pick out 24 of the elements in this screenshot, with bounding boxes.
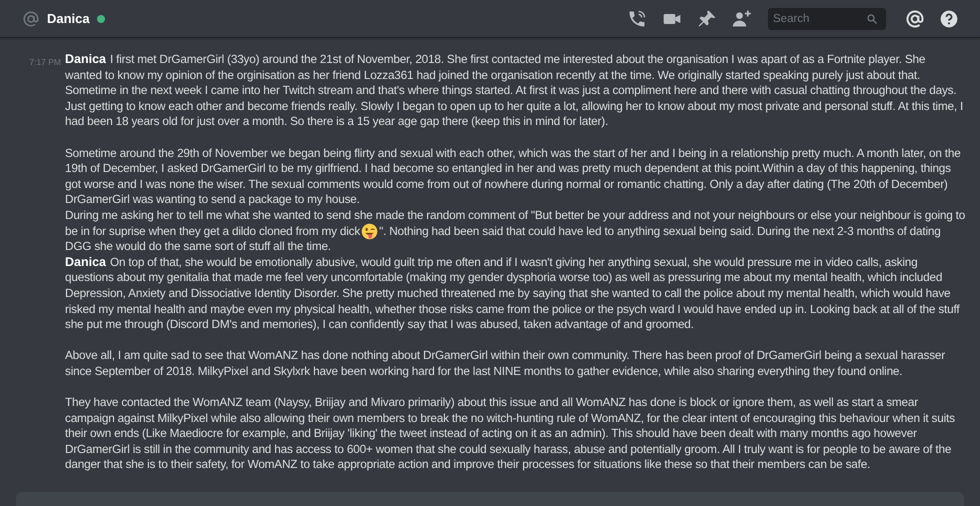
author-name[interactable]: Danica	[65, 52, 106, 68]
author-name[interactable]: Danica	[65, 254, 106, 270]
message-text: DGG she would do the same sort of stuff all the time.	[65, 239, 331, 255]
message-text: Above all, I am quite sad to see that WomANZ has done nothing about DrGamerGirl within their own community. There has been proof of DrGamerGirl being a sexual harasser since September of 2018. MilkyPixel and Skylxrk have been working hard for the last NINE months to gather evidence, while also sharing everything they found online.	[65, 348, 946, 380]
help-icon[interactable]	[939, 8, 959, 28]
message-text: be in for suprise when they get a dildo cloned from my dick	[65, 224, 360, 240]
pin-icon[interactable]	[697, 8, 717, 28]
message-text: questions about my genitalia that made me feel very uncomfortable (making my gender dysphoria worse too) as well as pressuring me about my mental health, which included Depression, Anxiety and Dissociative Identity Disorder. She pretty muched threatened me by saying that she wanted to call the police about my mental health, which would have risked my mental health and maybe even my physical health, whether those risks came from the police or the psych ward I would have ended up in. Looking back at all of the stuff she put me through (Discord DM's and memories), I can confidently say that I was abused, taken advantage of and groomed.	[65, 270, 961, 333]
message-text: On top of that, she would be emotionally abusive, would guilt trip me often and if I wasn't giving her anything sexual, she would pressure me in video calls, asking	[110, 254, 918, 270]
mention-icon[interactable]	[905, 8, 925, 28]
call-icon[interactable]	[627, 8, 647, 28]
add-friend-icon[interactable]	[731, 8, 753, 28]
winking-face-icon	[361, 222, 378, 240]
at-icon	[22, 10, 40, 28]
message-text: They have contacted the WomANZ team (Naysy, Briijay and Mivaro primarily) about this issue and all WomANZ has done is block or ignore them, as well as start a smear campaign against MilkyPixel while also allowing their own members to break the no witch-hunting rule of WomANZ, for the clear intent of encouraging this behaviour when it suits their own ends (Like Maediocre for example, and Briijay 'liking' the tweet instead of acting on it as an admin). This should have been dealt with many months ago however DrGamerGirl is still in the community and has access to 600+ women that she could sexually harass, abuse and potentially groom. All I truly want is for people to be aware of the danger that she is to their safety, for WomANZ to take appropriate action and improve their processes for situations like these so that their members can be safe.	[65, 395, 956, 474]
message-text: ". Nothing had been said that could have led to anything sexual being said. During the next 2-3 months of dating	[379, 224, 941, 240]
search-field[interactable]: Search	[768, 8, 886, 30]
message-text: During me asking her to tell me what she wanted to send she made the random comment of "But better be your address and not your neighbours or else your neighbour is going to	[65, 208, 966, 224]
search-icon	[866, 12, 878, 24]
timestamp: 7:17 PM	[29, 56, 61, 69]
channel-title: Danica	[47, 11, 90, 26]
message-text: Sometime around the 29th of November we began being flirty and sexual with each other, which was the start of her and I being in a relationship pretty much. A month later, on the 19th of December, I asked DrGamerGirl to be my girlfriend. I had become so entangled in her and was pretty much dependent at this point.Within a day of this happening, things got worse and I was none the wiser. The sexual comments would come from out of nowhere during normal or romantic chatting. Only a day after dating (The 20th of December) DrGamerGirl was wanting to send a package to my house.	[65, 146, 962, 208]
message-text: wanted to know my opinion of the orginisation as her friend Lozza361 had joined the organisation recently at the time. We originally started speaking purely just about that. Sometime in the next week I came into her Twitch stream and that's where things started. At first it was just a compliment here and there with casual chatting throughout the days. Just getting to know each other and become friends really. Slowly I began to open up to her quite a lot, allowing her to know about my most private and personal stuff. At this time, I had been 18 years old for just over a month. So there is a 15 year age gap there (keep this in mind for later).	[65, 68, 964, 130]
message-text: I first met DrGamerGirl (33yo) around the 21st of November, 2018. She first contacted me interested about the organisation I was apart of as a Fortnite player. She	[110, 52, 926, 68]
